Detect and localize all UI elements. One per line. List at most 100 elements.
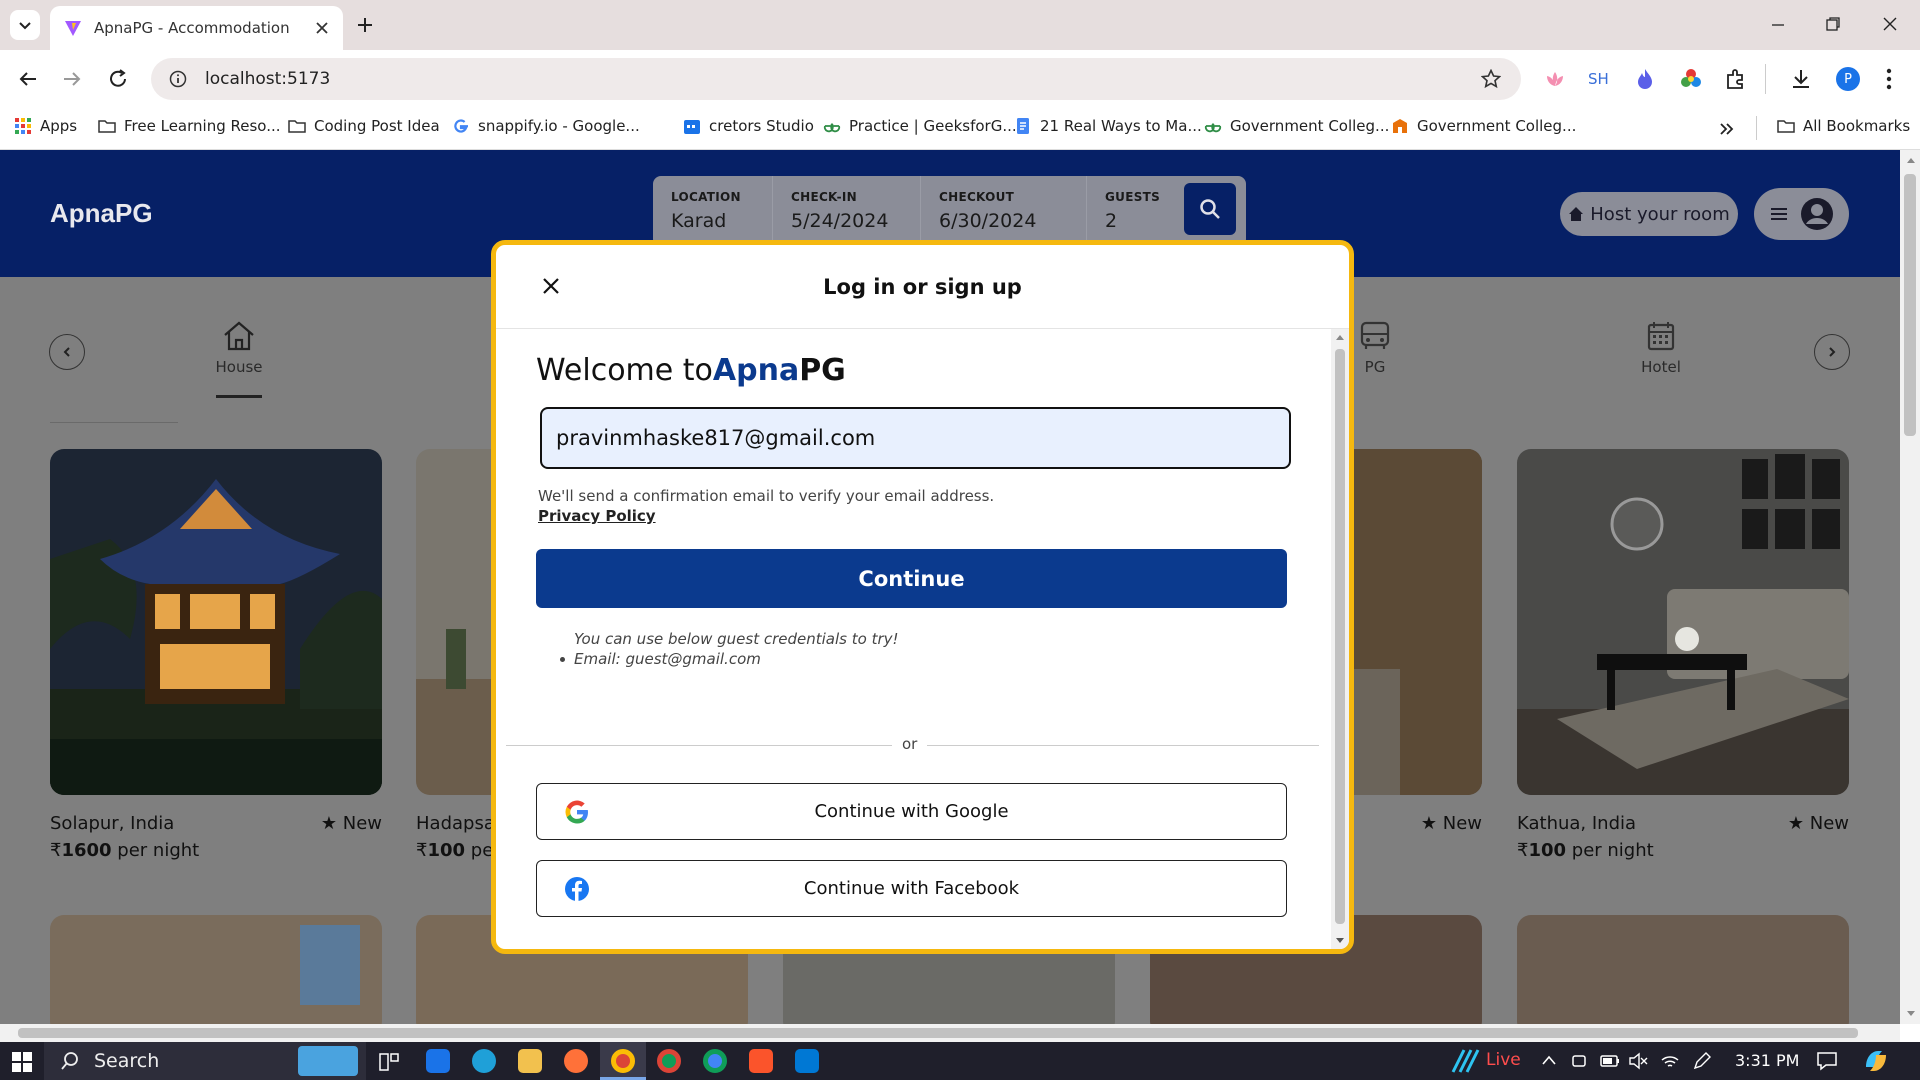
facebook-login-button[interactable]: Continue with Facebook — [536, 860, 1287, 917]
category-house[interactable]: House — [210, 320, 268, 376]
windows-start-icon[interactable] — [12, 1052, 32, 1072]
vscode-icon[interactable] — [795, 1049, 819, 1073]
download-icon[interactable] — [1790, 68, 1812, 90]
welcome-prefix: Welcome to — [536, 353, 713, 388]
sh-extension-icon[interactable]: SH — [1588, 70, 1609, 88]
close-window-icon[interactable] — [1882, 16, 1898, 32]
lotus-extension-icon[interactable] — [1544, 70, 1566, 88]
clock[interactable]: 3:31 PM — [1735, 1051, 1799, 1070]
file-explorer-icon[interactable] — [518, 1049, 542, 1073]
meet-now-icon[interactable] — [1570, 1052, 1588, 1070]
tab-search-button[interactable] — [10, 10, 40, 40]
email-field[interactable] — [540, 407, 1291, 469]
bookmark-geeksforgeeks[interactable]: Practice | GeeksforG... — [823, 117, 1017, 135]
google-login-button[interactable]: Continue with Google — [536, 783, 1287, 840]
close-modal-button[interactable] — [536, 271, 566, 301]
or-text: or — [892, 735, 928, 753]
address-bar[interactable]: localhost:5173 — [151, 58, 1521, 100]
modal-scrollbar[interactable] — [1331, 329, 1349, 949]
page-scrollbar-thumb[interactable] — [1904, 174, 1916, 436]
field-label: CHECK-IN — [791, 190, 857, 204]
chrome-icon[interactable] — [611, 1049, 635, 1073]
flame-extension-icon[interactable] — [1636, 68, 1654, 90]
page-horizontal-scrollbar[interactable] — [0, 1024, 1900, 1042]
cricket-live-icon[interactable] — [1450, 1048, 1480, 1074]
category-prev-button[interactable] — [49, 334, 85, 370]
listing-photo-partial[interactable] — [50, 915, 382, 1024]
battery-icon[interactable] — [1600, 1053, 1620, 1069]
bookmark-star-icon[interactable] — [1481, 69, 1501, 89]
bus-icon — [1360, 321, 1390, 349]
chrome-profile-2-icon[interactable] — [703, 1049, 727, 1073]
reload-icon[interactable] — [107, 68, 129, 90]
chevron-left-icon — [63, 347, 70, 357]
site-logo[interactable]: ApnaPG — [50, 198, 153, 229]
hamburger-icon — [1771, 208, 1788, 220]
profile-avatar[interactable]: P — [1836, 67, 1860, 91]
category-pg[interactable]: PG — [1355, 320, 1395, 376]
scroll-up-icon — [1336, 335, 1344, 340]
bookmark-cretors[interactable]: cretors Studio — [683, 117, 814, 135]
notification-icon[interactable] — [1816, 1051, 1838, 1071]
color-extension-icon[interactable] — [1680, 68, 1702, 90]
page-vertical-scrollbar[interactable] — [1900, 150, 1920, 1024]
more-menu-icon[interactable] — [1886, 68, 1892, 90]
chevron-double-right-icon[interactable] — [1718, 121, 1734, 137]
list-bullet — [560, 657, 565, 662]
search-button[interactable] — [1184, 183, 1236, 235]
mail-app-icon[interactable] — [426, 1049, 450, 1073]
host-room-button[interactable]: Host your room — [1560, 192, 1738, 236]
browser-tab[interactable]: ApnaPG - Accommodation Solu — [50, 6, 343, 50]
checkout-field[interactable]: CHECKOUT 6/30/2024 — [921, 176, 1087, 247]
bookmark-coding-post[interactable]: Coding Post Idea — [288, 117, 440, 135]
bookmark-real-ways[interactable]: 21 Real Ways to Ma... — [1014, 117, 1202, 135]
new-tab-icon[interactable] — [356, 16, 374, 34]
wifi-icon[interactable] — [1660, 1052, 1680, 1070]
volume-muted-icon[interactable] — [1628, 1052, 1648, 1070]
listing-card[interactable]: Kathua, India ★ New ₹100 per night — [1517, 449, 1849, 861]
user-menu-button[interactable] — [1754, 188, 1849, 240]
task-view-icon[interactable] — [378, 1051, 400, 1073]
privacy-policy-link[interactable]: Privacy Policy — [538, 507, 656, 525]
welcome-brand-b: PG — [799, 353, 846, 388]
listing-location: Kathua, India — [1517, 813, 1637, 834]
bookmark-government-1[interactable]: Government Colleg... — [1204, 117, 1389, 135]
category-hotel[interactable]: Hotel — [1639, 320, 1683, 376]
location-field[interactable]: LOCATION Karad — [653, 176, 773, 247]
apps-grid-icon — [15, 118, 31, 134]
forward-icon[interactable] — [62, 69, 82, 89]
restore-icon[interactable] — [1825, 16, 1841, 32]
search-highlight-image — [298, 1046, 358, 1076]
horizontal-scrollbar-thumb[interactable] — [18, 1028, 1858, 1038]
close-icon — [543, 278, 559, 294]
listing-photo-partial[interactable] — [1517, 915, 1849, 1024]
firefox-icon[interactable] — [564, 1049, 588, 1073]
all-bookmarks[interactable]: All Bookmarks — [1777, 117, 1910, 135]
pen-icon[interactable] — [1692, 1051, 1712, 1071]
guests-field[interactable]: GUESTS 2 — [1087, 176, 1184, 247]
back-icon[interactable] — [18, 69, 38, 89]
chrome-profile-icon[interactable] — [657, 1049, 681, 1073]
modal-scrollbar-thumb[interactable] — [1335, 349, 1345, 924]
copilot-icon[interactable] — [1862, 1047, 1890, 1075]
bookmark-apps[interactable]: Apps — [14, 117, 77, 135]
google-icon — [565, 800, 588, 823]
brave-icon[interactable] — [749, 1049, 773, 1073]
bookmark-free-learning[interactable]: Free Learning Reso... — [98, 117, 281, 135]
checkin-field[interactable]: CHECK-IN 5/24/2024 — [773, 176, 921, 247]
site-info-icon[interactable] — [169, 70, 187, 88]
listing-card[interactable]: Solapur, India ★ New ₹1600 per night — [50, 449, 382, 861]
continue-button[interactable]: Continue — [536, 549, 1287, 608]
bookmark-government-2[interactable]: Government Colleg... — [1391, 117, 1576, 135]
minimize-icon[interactable] — [1770, 18, 1786, 32]
bookmark-snappify[interactable]: snappify.io - Google... — [452, 117, 640, 135]
close-tab-icon[interactable] — [315, 21, 329, 35]
field-label: CHECKOUT — [939, 190, 1015, 204]
field-value: Karad — [671, 210, 727, 232]
listing-badge: ★ New — [1787, 813, 1849, 834]
extensions-puzzle-icon[interactable] — [1725, 68, 1747, 90]
chevron-up-icon[interactable] — [1542, 1055, 1556, 1065]
category-next-button[interactable] — [1814, 334, 1850, 370]
taskbar-search[interactable]: Search — [44, 1042, 366, 1080]
edge-browser-icon[interactable] — [472, 1049, 496, 1073]
